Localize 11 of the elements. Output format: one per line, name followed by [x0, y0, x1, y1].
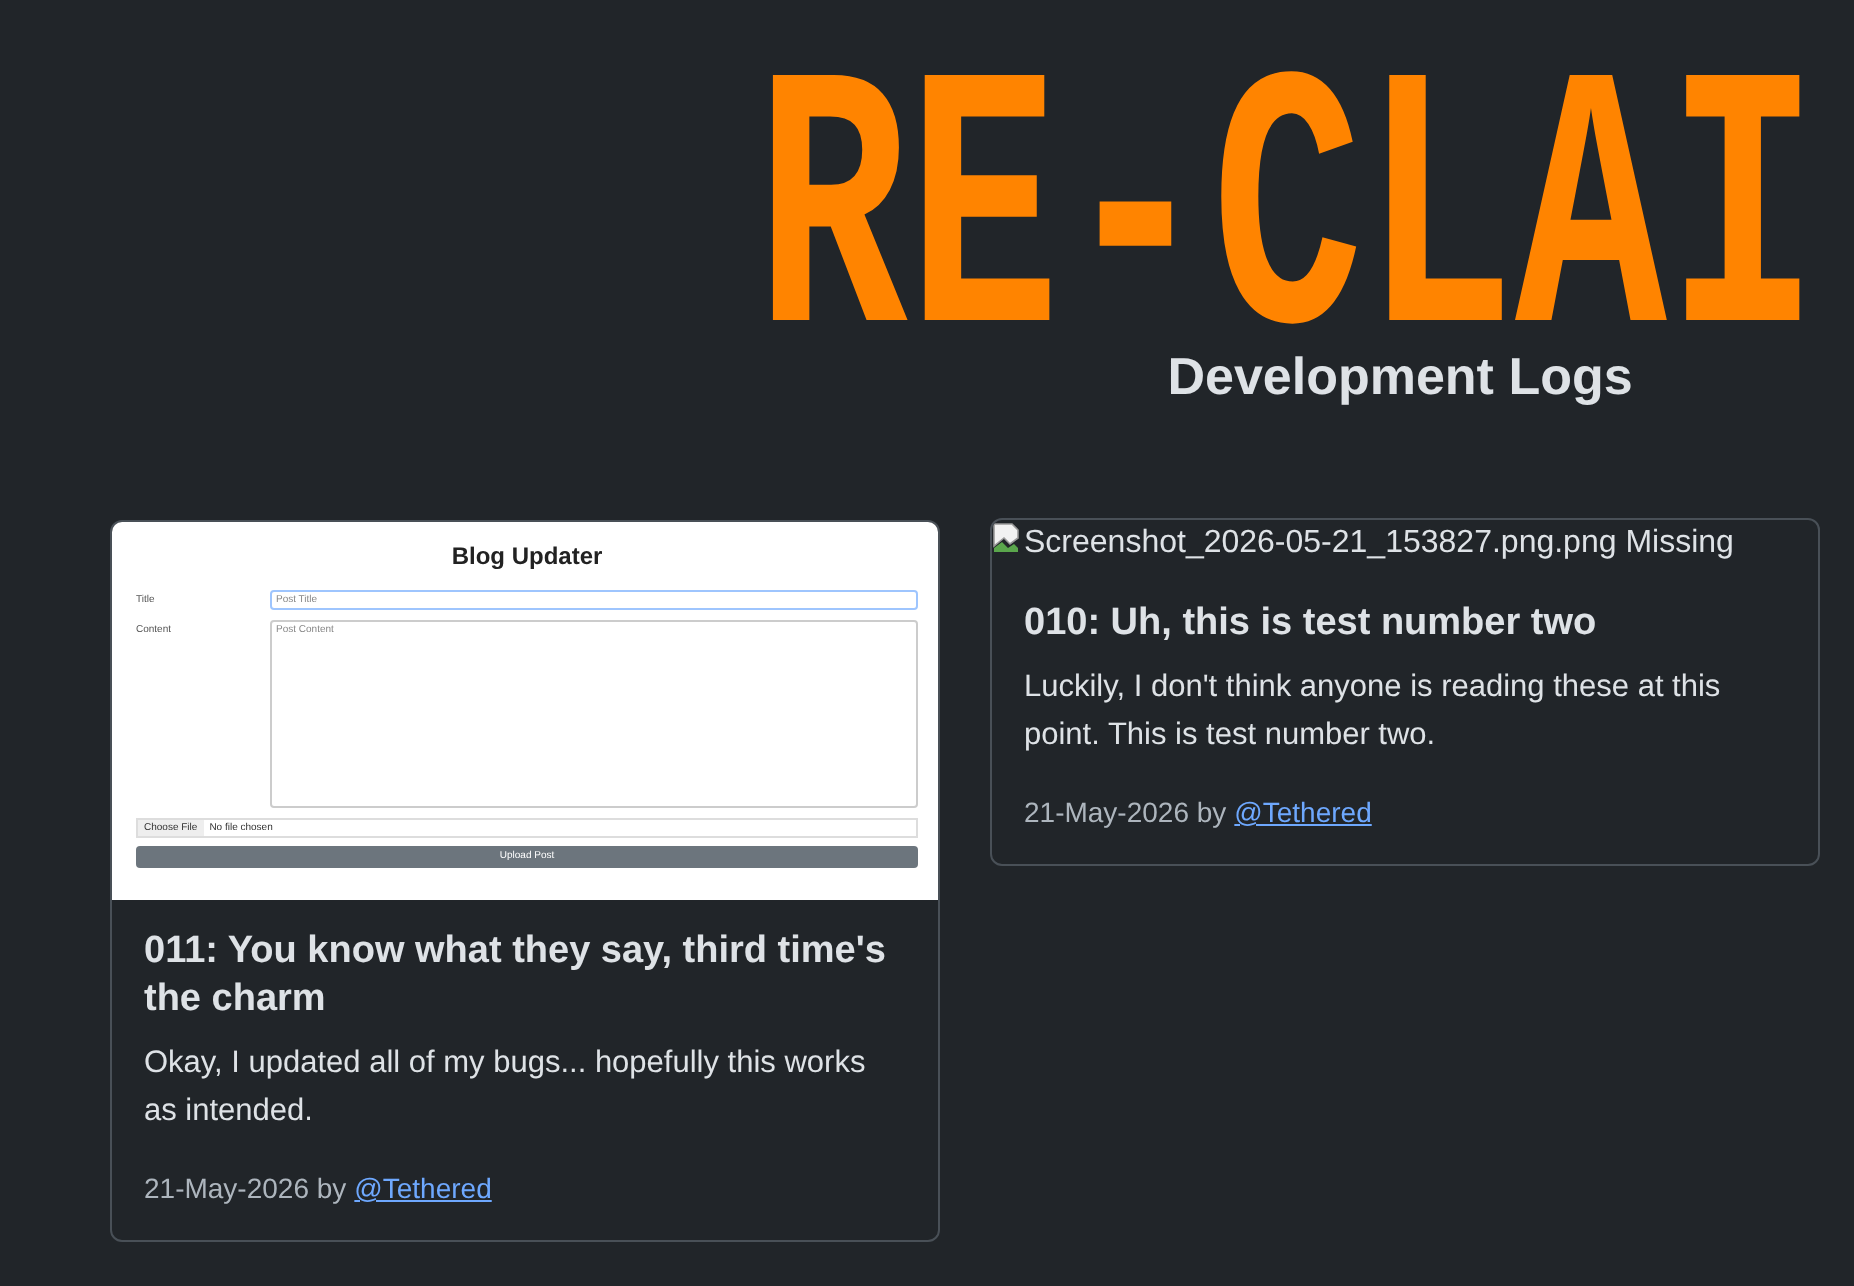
- post-date: 21-May-2026 by: [1024, 796, 1227, 828]
- author-link[interactable]: @Tethered: [1234, 796, 1372, 828]
- image-alt-text: Screenshot_2026-05-21_153827.png.png Missing: [1024, 524, 1734, 564]
- broken-image-icon: [992, 522, 1024, 554]
- post-excerpt: Luckily, I don't think anyone is reading these at this point. This is test number two.: [1024, 668, 1723, 756]
- post-excerpt: Okay, I updated all of my bugs... hopefully this works as intended.: [144, 1044, 868, 1132]
- post-title: 010: Uh, this is test number two: [1024, 600, 1599, 648]
- post-date: 21-May-2026 by: [144, 1172, 347, 1204]
- post-title: 011: You know what they say, third time's the charm: [144, 928, 888, 1024]
- author-link[interactable]: @Tethered: [354, 1172, 492, 1204]
- form-title: Blog Updater: [449, 542, 605, 570]
